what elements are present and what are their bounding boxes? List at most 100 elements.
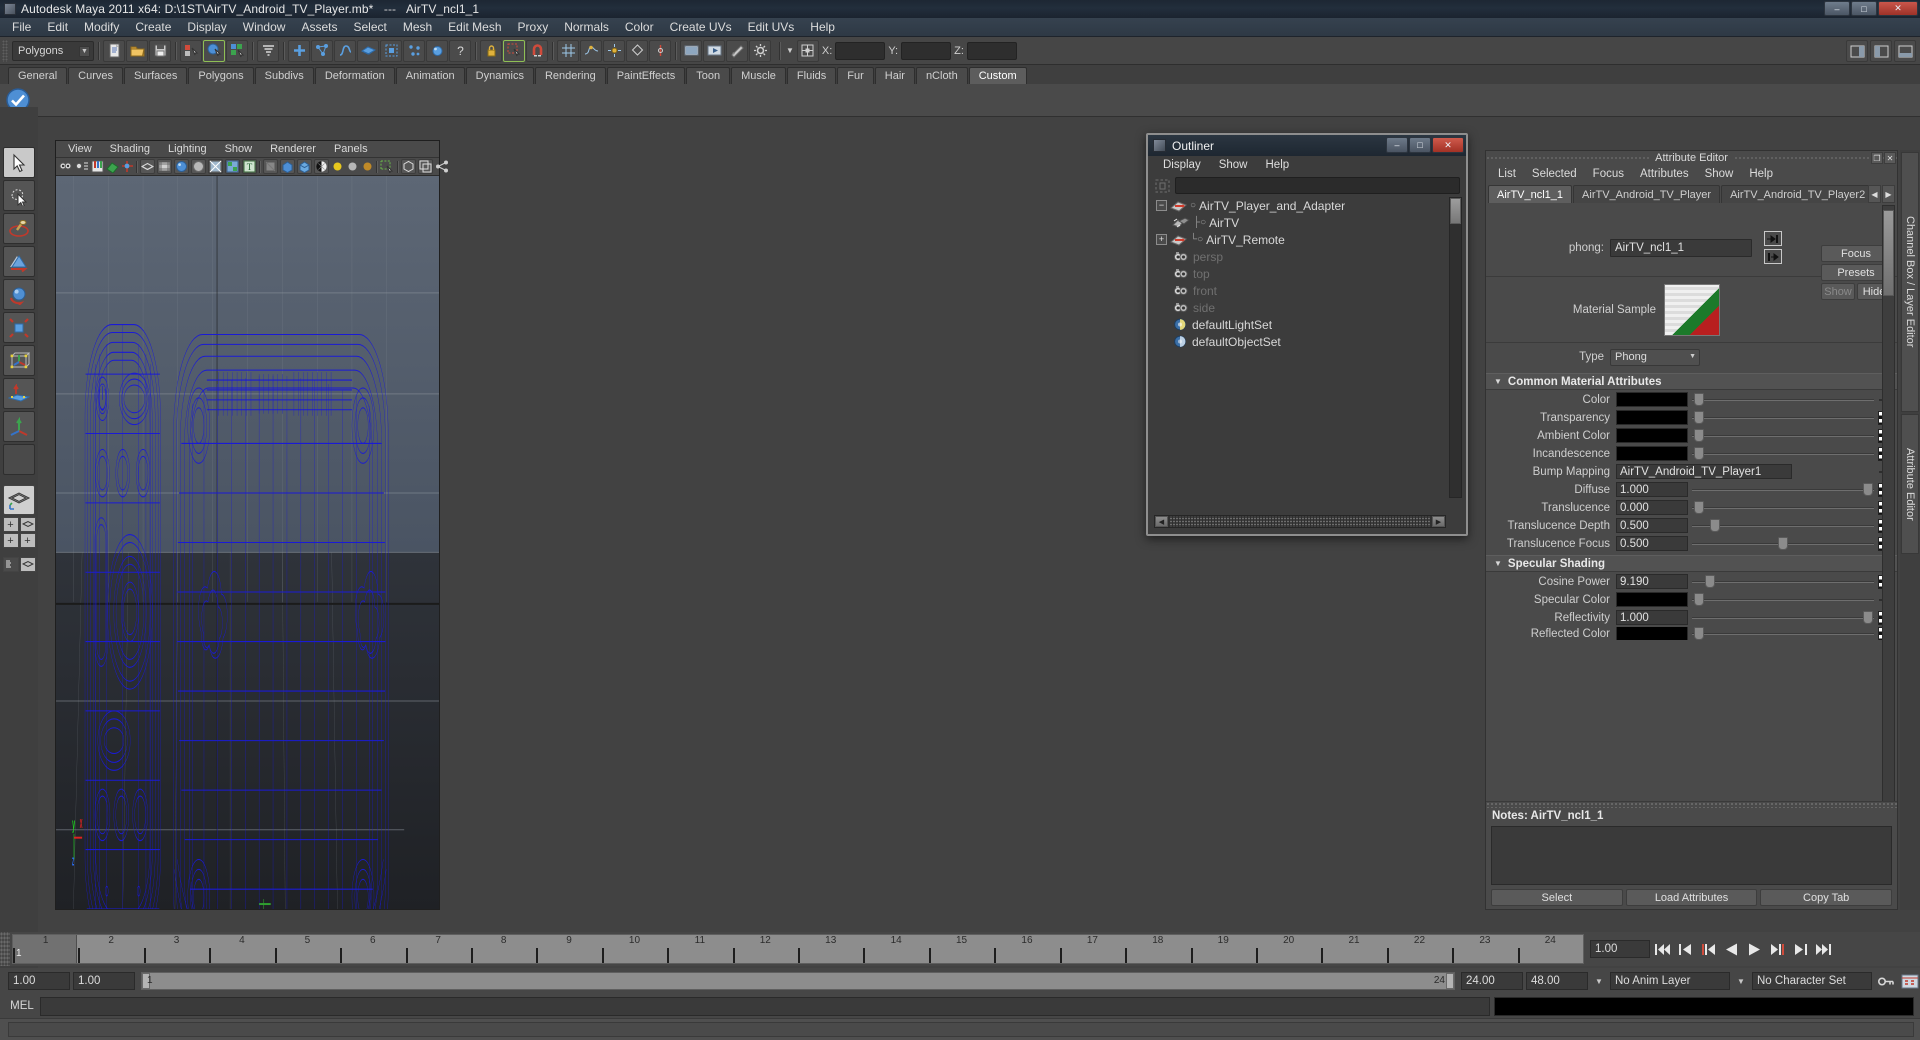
viewport-menu-lighting[interactable]: Lighting	[160, 143, 215, 155]
outliner-menu-help[interactable]: Help	[1257, 159, 1299, 171]
play-forwards-icon[interactable]	[1744, 939, 1765, 960]
transparency-slider[interactable]	[1692, 410, 1874, 425]
shelf-tab-general[interactable]: General	[8, 67, 68, 84]
camera-attributes-icon[interactable]	[75, 159, 89, 174]
outliner-item-top[interactable]: top	[1154, 265, 1446, 282]
bookmarks-icon[interactable]	[91, 159, 104, 174]
section-header-common-material-attributes[interactable]: ▼ Common Material Attributes	[1486, 373, 1897, 390]
move-tool[interactable]	[3, 246, 35, 277]
material-sample-swatch[interactable]	[1664, 283, 1720, 336]
translucence-depth-slider[interactable]	[1692, 518, 1874, 533]
soft-modification-tool[interactable]	[3, 378, 35, 409]
viewport-menu-panels[interactable]: Panels	[326, 143, 376, 155]
layout-persp-only-icon[interactable]	[19, 557, 36, 572]
shelf-tab-custom[interactable]: Custom	[968, 67, 1027, 84]
shade-options-icon[interactable]	[208, 159, 223, 174]
show-hide-tool-settings-icon[interactable]	[1894, 40, 1916, 62]
go-to-end-icon[interactable]	[1813, 939, 1834, 960]
selection-mode-combo[interactable]: Polygons ▼	[12, 40, 94, 61]
undock-panel-button[interactable]: ❐	[1871, 152, 1883, 164]
outliner-item-side[interactable]: side	[1154, 299, 1446, 316]
hardware-text-icon[interactable]: T	[242, 159, 257, 174]
open-render-view-icon[interactable]	[680, 39, 702, 62]
lasso-tool[interactable]	[3, 180, 35, 211]
scroll-right-icon[interactable]: ▶	[1432, 516, 1445, 527]
menu-proxy[interactable]: Proxy	[510, 19, 557, 35]
color-slider[interactable]	[1692, 392, 1874, 407]
mask-misc-icon[interactable]: ?	[449, 39, 471, 62]
isolate-select-icon[interactable]	[380, 159, 395, 174]
close-button[interactable]: ✕	[1878, 1, 1918, 16]
y-input[interactable]	[901, 41, 952, 60]
menu-assets[interactable]: Assets	[293, 19, 345, 35]
universal-manipulator-tool[interactable]	[3, 345, 35, 376]
outliner-window[interactable]: Outliner – □ ✕ Display Show Help − ○ Air…	[1146, 133, 1468, 536]
reflectivity-input[interactable]	[1616, 610, 1688, 625]
xray-mode-icon[interactable]	[263, 159, 278, 174]
translucence-slider[interactable]	[1692, 500, 1874, 515]
command-response-field[interactable]	[1494, 996, 1914, 1016]
minimize-button[interactable]: –	[1824, 1, 1850, 16]
menu-mesh[interactable]: Mesh	[395, 19, 440, 35]
shelf-tab-fur[interactable]: Fur	[837, 67, 874, 84]
toolbar-grip[interactable]	[2, 39, 8, 62]
outliner-item-front[interactable]: front	[1154, 282, 1446, 299]
animation-preferences-icon[interactable]	[1899, 971, 1920, 992]
menu-create-uvs[interactable]: Create UVs	[662, 19, 740, 35]
menu-normals[interactable]: Normals	[556, 19, 617, 35]
section-header-specular-shading[interactable]: ▼ Specular Shading	[1486, 555, 1897, 572]
color-swatch[interactable]	[1616, 392, 1688, 407]
shelf-tab-polygons[interactable]: Polygons	[188, 67, 254, 84]
select-by-component-type-icon[interactable]	[226, 39, 248, 62]
go-to-start-icon[interactable]	[1652, 939, 1673, 960]
smooth-shade-all-icon[interactable]	[157, 159, 172, 174]
layout-single-perspective-view[interactable]	[3, 485, 35, 515]
outliner-item-defaultobjectset[interactable]: defaultObjectSet	[1154, 333, 1446, 350]
expand-collapse-toggle[interactable]: −	[1156, 200, 1167, 211]
share-node-icon[interactable]	[435, 159, 449, 174]
mask-handles-icon[interactable]	[311, 39, 333, 62]
specular-color-slider[interactable]	[1692, 592, 1874, 607]
shelf-tab-dynamics[interactable]: Dynamics	[465, 67, 534, 84]
outliner-item-airtv[interactable]: ├○ AirTV	[1154, 214, 1446, 231]
snap-to-point-icon[interactable]	[603, 39, 625, 62]
reflected-color-slider[interactable]	[1692, 627, 1874, 640]
ae-tab-airtv-android-tv-player2[interactable]: AirTV_Android_TV_Player2	[1721, 185, 1875, 203]
menu-create[interactable]: Create	[127, 19, 179, 35]
translucence-depth-input[interactable]	[1616, 518, 1688, 533]
outliner-menu-show[interactable]: Show	[1210, 159, 1257, 171]
diffuse-slider[interactable]	[1692, 482, 1874, 497]
presets-button[interactable]: Presets	[1821, 264, 1891, 281]
outliner-close-button[interactable]: ✕	[1432, 137, 1464, 153]
outliner-item-airtv-remote[interactable]: + └○ AirTV_Remote	[1154, 231, 1446, 248]
outliner-search-input[interactable]	[1175, 177, 1460, 194]
panel-drag-dots[interactable]	[1486, 155, 1650, 161]
outliner-vertical-scrollbar[interactable]	[1449, 197, 1462, 498]
viewport-menu-renderer[interactable]: Renderer	[262, 143, 324, 155]
smooth-shade-selected-icon[interactable]	[174, 159, 189, 174]
shelf-tab-muscle[interactable]: Muscle	[731, 67, 786, 84]
viewport-menu-show[interactable]: Show	[217, 143, 261, 155]
step-forward-key-icon[interactable]	[1790, 939, 1811, 960]
shelf-tab-animation[interactable]: Animation	[395, 67, 465, 84]
cosine-power-input[interactable]	[1616, 574, 1688, 589]
ae-tab-airtv-ncl1-1[interactable]: AirTV_ncl1_1	[1488, 185, 1573, 203]
shadows-icon[interactable]	[314, 159, 329, 174]
wireframe-shading-icon[interactable]	[140, 159, 155, 174]
all-lights-icon[interactable]	[297, 159, 312, 174]
open-scene-icon[interactable]	[126, 39, 148, 62]
input-field-mode-icon[interactable]	[796, 39, 819, 62]
mask-dynamics-icon[interactable]	[403, 39, 425, 62]
hardware-texturing-icon[interactable]	[225, 159, 240, 174]
light-grey-icon[interactable]	[346, 159, 359, 174]
viewport-menu-view[interactable]: View	[60, 143, 100, 155]
vtab-channel-box-layer-editor[interactable]: Channel Box / Layer Editor	[1901, 152, 1919, 412]
shelf-tab-hair[interactable]: Hair	[874, 67, 915, 84]
translucence-focus-input[interactable]	[1616, 536, 1688, 551]
time-slider-track[interactable]: 1 1 2 3 4 5 6 7 8 9 10 11 12 13 14 15 16 17 18 19 20 21 22 23 2…	[12, 934, 1584, 964]
scale-tool[interactable]	[3, 312, 35, 343]
scroll-left-icon[interactable]: ◀	[1155, 516, 1168, 527]
selection-mask-menu-icon[interactable]	[257, 39, 279, 62]
menu-window[interactable]: Window	[235, 19, 294, 35]
image-plane-icon[interactable]	[106, 159, 119, 174]
